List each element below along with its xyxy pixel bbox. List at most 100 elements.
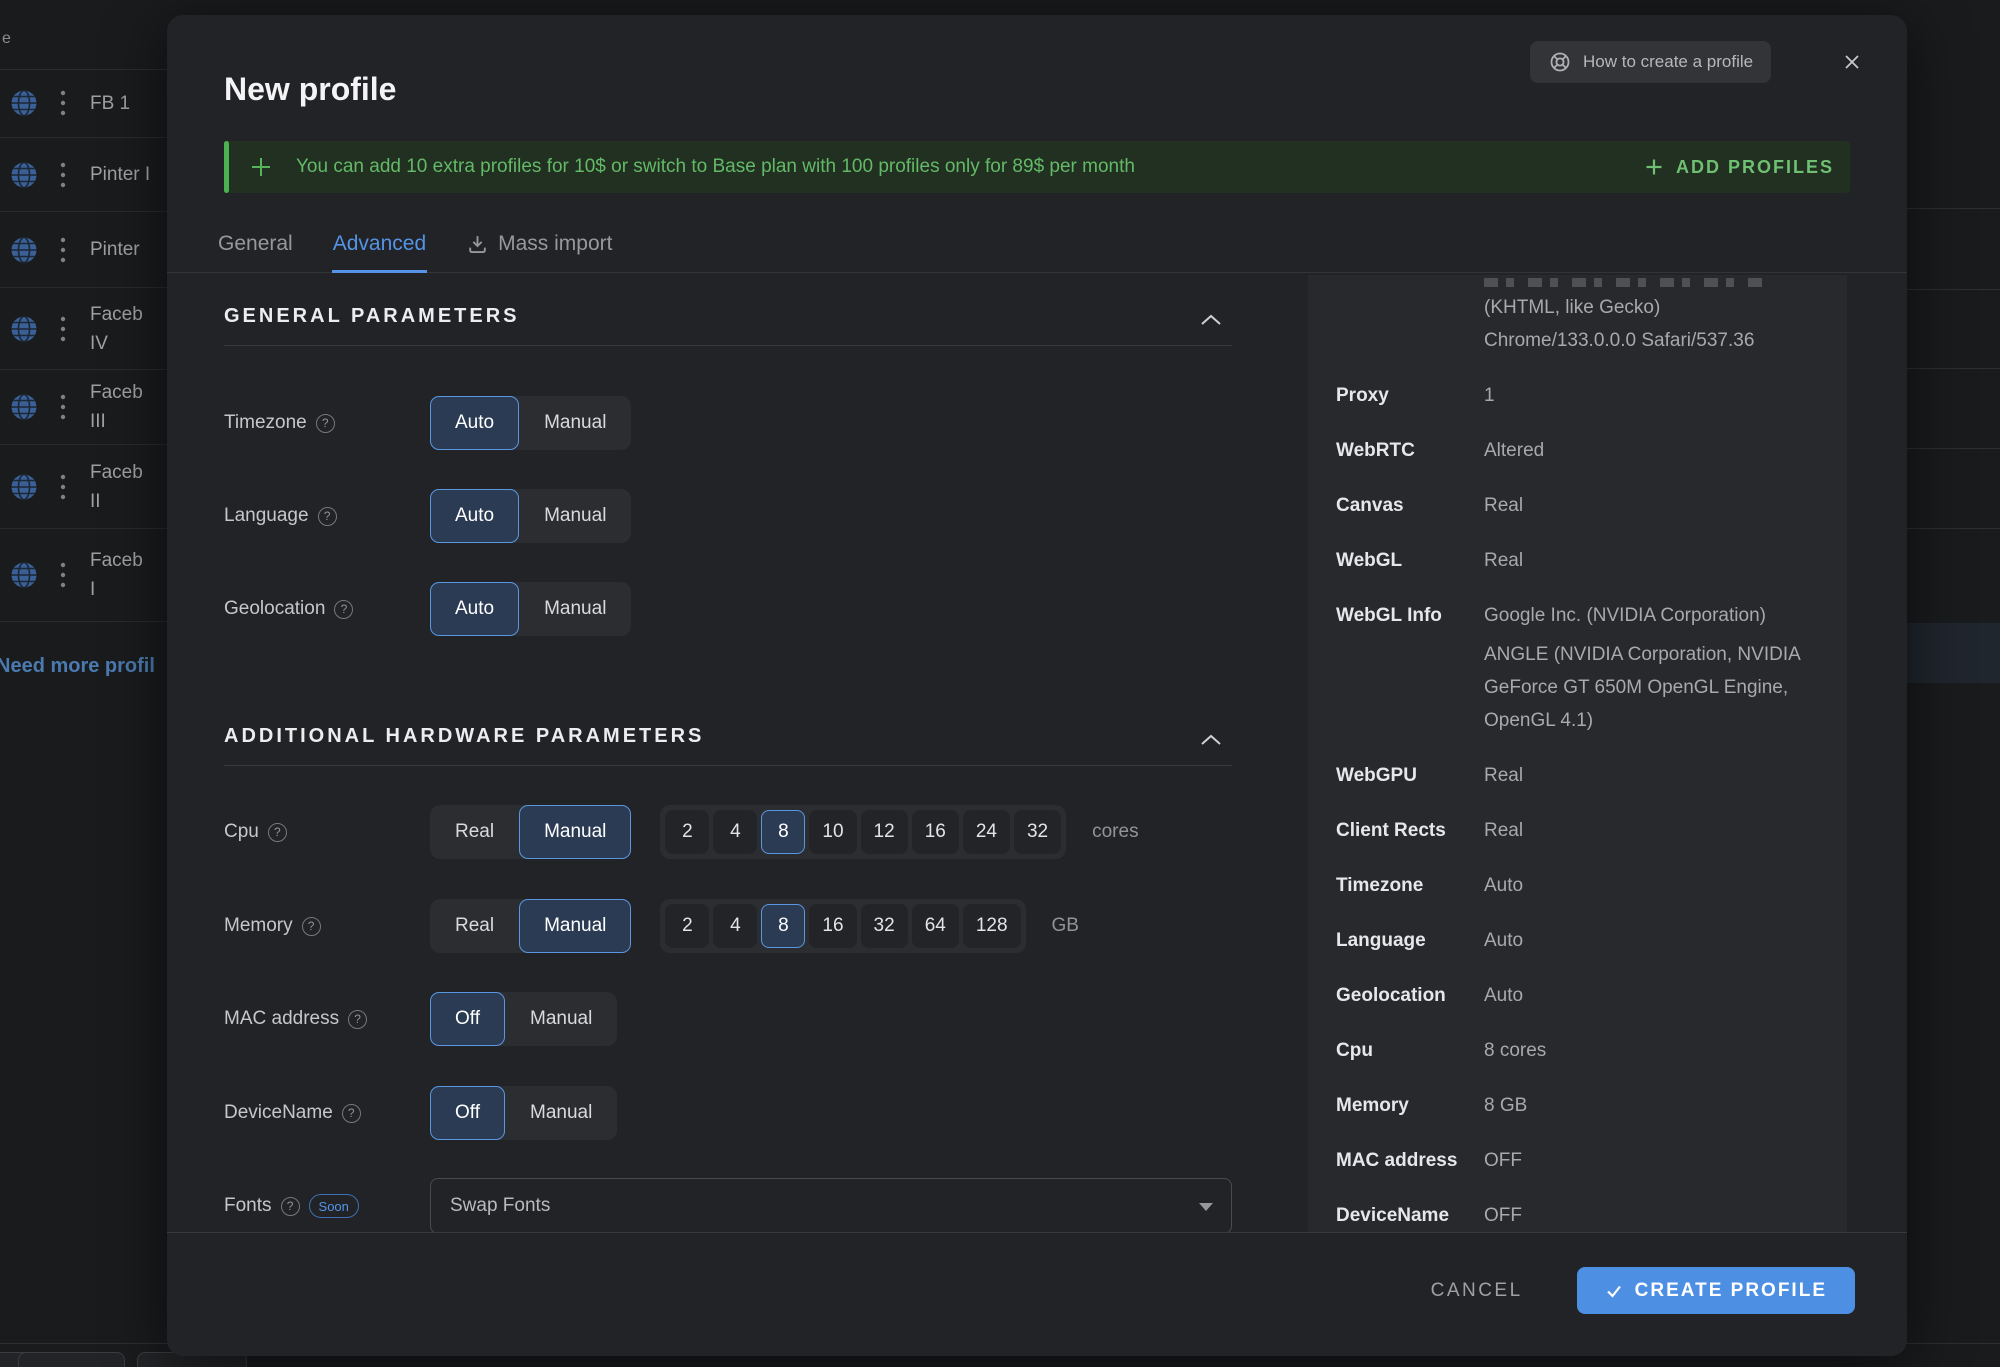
kebab-menu-icon[interactable] [60,90,66,116]
upsell-banner: You can add 10 extra profiles for 10$ or… [224,141,1850,193]
profile-name: Pinter I [90,160,152,189]
dialog-footer: CANCEL CREATE PROFILE [167,1232,1907,1356]
geolocation-auto-option[interactable]: Auto [430,582,519,636]
summary-row-webgl: WebGL Real [1336,544,1823,577]
tab-mass-import[interactable]: Mass import [465,219,613,273]
memory-gb-8[interactable]: 8 [761,904,805,948]
kebab-menu-icon[interactable] [60,394,66,420]
new-profile-dialog: New profile How to create a profile You … [167,15,1907,1356]
memory-gb-64[interactable]: 64 [912,904,959,948]
memory-gb-32[interactable]: 32 [861,904,908,948]
profile-name: Faceb III [90,378,152,436]
kebab-menu-icon[interactable] [60,562,66,588]
create-profile-button[interactable]: CREATE PROFILE [1577,1267,1855,1314]
need-more-profiles-link[interactable]: Need more profil [0,655,155,678]
memory-gb-2[interactable]: 2 [665,904,709,948]
kebab-menu-icon[interactable] [60,474,66,500]
summary-row-client-rects: Client Rects Real [1336,814,1823,847]
cpu-row: Cpu Real Manual 2 4 8 10 12 16 24 32 cor… [224,805,1139,859]
cancel-button[interactable]: CANCEL [1417,1270,1537,1312]
pagination-button[interactable] [18,1352,125,1367]
collapse-general-chevron-up-icon[interactable] [1197,311,1225,331]
cpu-cores-4[interactable]: 4 [713,810,757,854]
app-root: e FB 1 Pinter I Pinter Faceb IV Faceb II… [0,0,2000,1367]
user-agent-line: Chrome/133.0.0.0 Safari/537.36 [1484,324,1823,357]
profile-row[interactable]: Faceb I [0,529,167,622]
cpu-cores-12[interactable]: 12 [861,810,908,854]
lifebuoy-icon [1548,50,1572,74]
device-name-manual-option[interactable]: Manual [505,1086,617,1140]
device-name-off-option[interactable]: Off [430,1086,505,1140]
help-circle-icon[interactable] [342,1104,361,1123]
cpu-cores-10[interactable]: 10 [809,810,856,854]
globe-icon [8,159,40,191]
cpu-real-option[interactable]: Real [430,805,519,859]
profile-row[interactable]: Pinter [0,212,167,288]
summary-row-proxy: Proxy 1 [1336,379,1823,412]
memory-mode-toggle: Real Manual [430,899,631,953]
language-auto-option[interactable]: Auto [430,489,519,543]
profile-name: Faceb IV [90,300,152,358]
memory-real-option[interactable]: Real [430,899,519,953]
help-circle-icon[interactable] [281,1197,300,1216]
help-circle-icon[interactable] [318,507,337,526]
swap-fonts-value: Swap Fonts [450,1195,550,1217]
plus-icon [1644,157,1664,177]
geolocation-label: Geolocation [224,598,325,620]
timezone-auto-option[interactable]: Auto [430,396,519,450]
mac-address-off-option[interactable]: Off [430,992,505,1046]
timezone-row: Timezone Auto Manual [224,396,631,450]
memory-gb-128[interactable]: 128 [963,904,1021,948]
memory-unit-label: GB [1052,915,1079,937]
download-icon [466,233,489,256]
profile-row[interactable]: FB 1 [0,69,167,138]
memory-size-options: 2 4 8 16 32 64 128 [660,899,1025,953]
cpu-manual-option[interactable]: Manual [519,805,631,859]
help-circle-icon[interactable] [348,1010,367,1029]
tab-advanced[interactable]: Advanced [332,219,427,273]
tab-general[interactable]: General [217,219,294,273]
language-manual-option[interactable]: Manual [519,489,631,543]
close-icon[interactable] [1839,49,1865,75]
cpu-cores-options: 2 4 8 10 12 16 24 32 [660,805,1066,859]
help-circle-icon[interactable] [268,823,287,842]
memory-row: Memory Real Manual 2 4 8 16 32 64 128 GB [224,899,1079,953]
background-table-strip [1907,0,2000,1367]
profile-row[interactable]: Faceb III [0,370,167,445]
collapse-hardware-chevron-up-icon[interactable] [1197,731,1225,751]
help-circle-icon[interactable] [302,917,321,936]
profile-row[interactable]: Faceb IV [0,288,167,370]
memory-gb-4[interactable]: 4 [713,904,757,948]
kebab-menu-icon[interactable] [60,316,66,342]
memory-gb-16[interactable]: 16 [809,904,856,948]
banner-message: You can add 10 extra profiles for 10$ or… [296,156,1135,178]
globe-icon [8,234,40,266]
help-button-label: How to create a profile [1583,52,1753,72]
divider [224,345,1232,346]
swap-fonts-dropdown[interactable]: Swap Fonts [430,1178,1232,1234]
timezone-label: Timezone [224,412,307,434]
cpu-cores-32[interactable]: 32 [1014,810,1061,854]
cpu-cores-24[interactable]: 24 [963,810,1010,854]
kebab-menu-icon[interactable] [60,237,66,263]
help-circle-icon[interactable] [316,414,335,433]
geolocation-manual-option[interactable]: Manual [519,582,631,636]
help-circle-icon[interactable] [334,600,353,619]
summary-row-webgpu: WebGPU Real [1336,759,1823,792]
profile-row[interactable]: Pinter I [0,138,167,212]
kebab-menu-icon[interactable] [60,162,66,188]
cpu-cores-16[interactable]: 16 [912,810,959,854]
mac-address-manual-option[interactable]: Manual [505,992,617,1046]
dialog-tabs: General Advanced Mass import [167,219,1907,273]
profile-row[interactable]: Faceb II [0,445,167,529]
device-name-row: DeviceName Off Manual [224,1086,617,1140]
summary-row-device-name: DeviceName OFF [1336,1199,1823,1232]
cpu-cores-8[interactable]: 8 [761,810,805,854]
memory-manual-option[interactable]: Manual [519,899,631,953]
timezone-manual-option[interactable]: Manual [519,396,631,450]
add-profiles-button[interactable]: ADD PROFILES [1644,157,1834,178]
cpu-cores-2[interactable]: 2 [665,810,709,854]
dialog-title: New profile [224,71,396,108]
how-to-create-profile-button[interactable]: How to create a profile [1530,41,1771,83]
globe-icon [8,391,40,423]
